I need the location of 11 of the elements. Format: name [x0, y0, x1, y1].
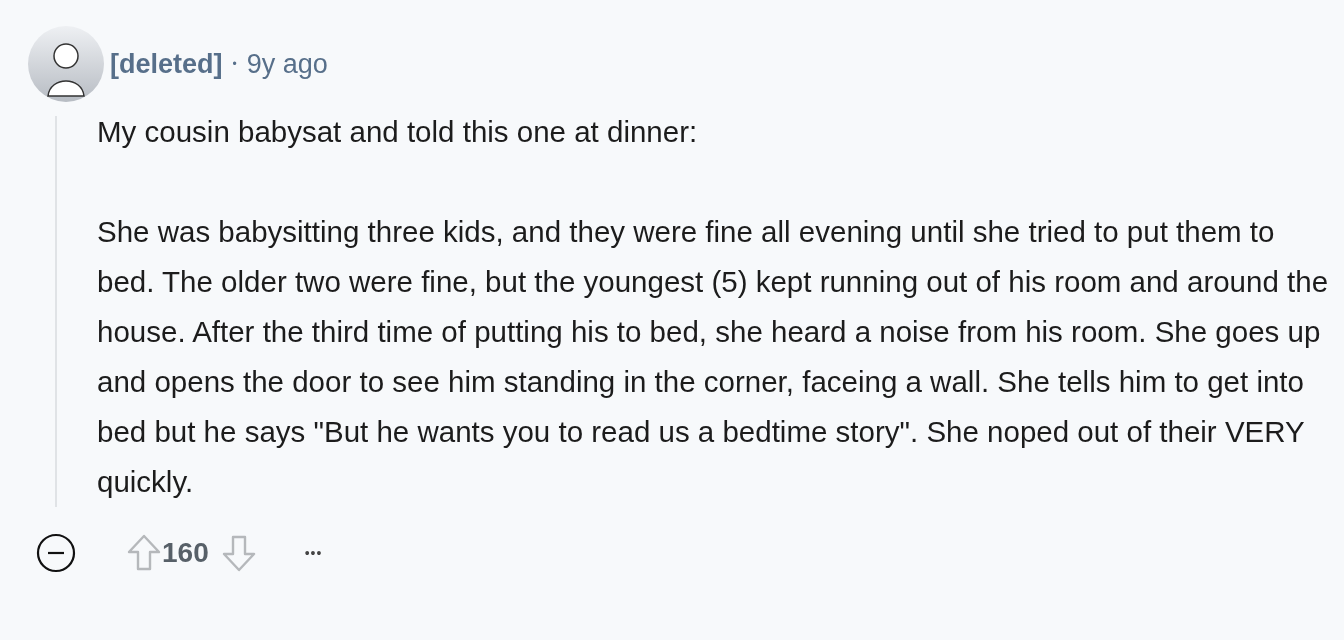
- avatar-icon: [28, 26, 104, 102]
- separator-dot: •: [232, 57, 237, 71]
- timestamp: 9y ago: [246, 48, 328, 80]
- comment-paragraph: She was babysitting three kids, and they were fine all evening until she tried to put them to bed. The older two were fine, but the youngest (5) kept running out of his room and around the house. After the third time of putting his to bed, she heard a noise from his room. She goes up and opens the door to see him standing in the corner, faceing a wall. She tells him to get into bed but he says "But he wants you to read us a bedtime story". She noped out of their VERY quickly.: [97, 214, 1330, 500]
- username[interactable]: [deleted]: [110, 48, 223, 80]
- more-options-button[interactable]: •••: [300, 541, 327, 565]
- downvote-icon[interactable]: [220, 533, 257, 573]
- collapse-icon[interactable]: [36, 533, 76, 573]
- upvote-icon[interactable]: [126, 533, 162, 573]
- vote-count: 160: [162, 537, 209, 569]
- comment-paragraph: My cousin babysat and told this one at dinner:: [97, 114, 699, 150]
